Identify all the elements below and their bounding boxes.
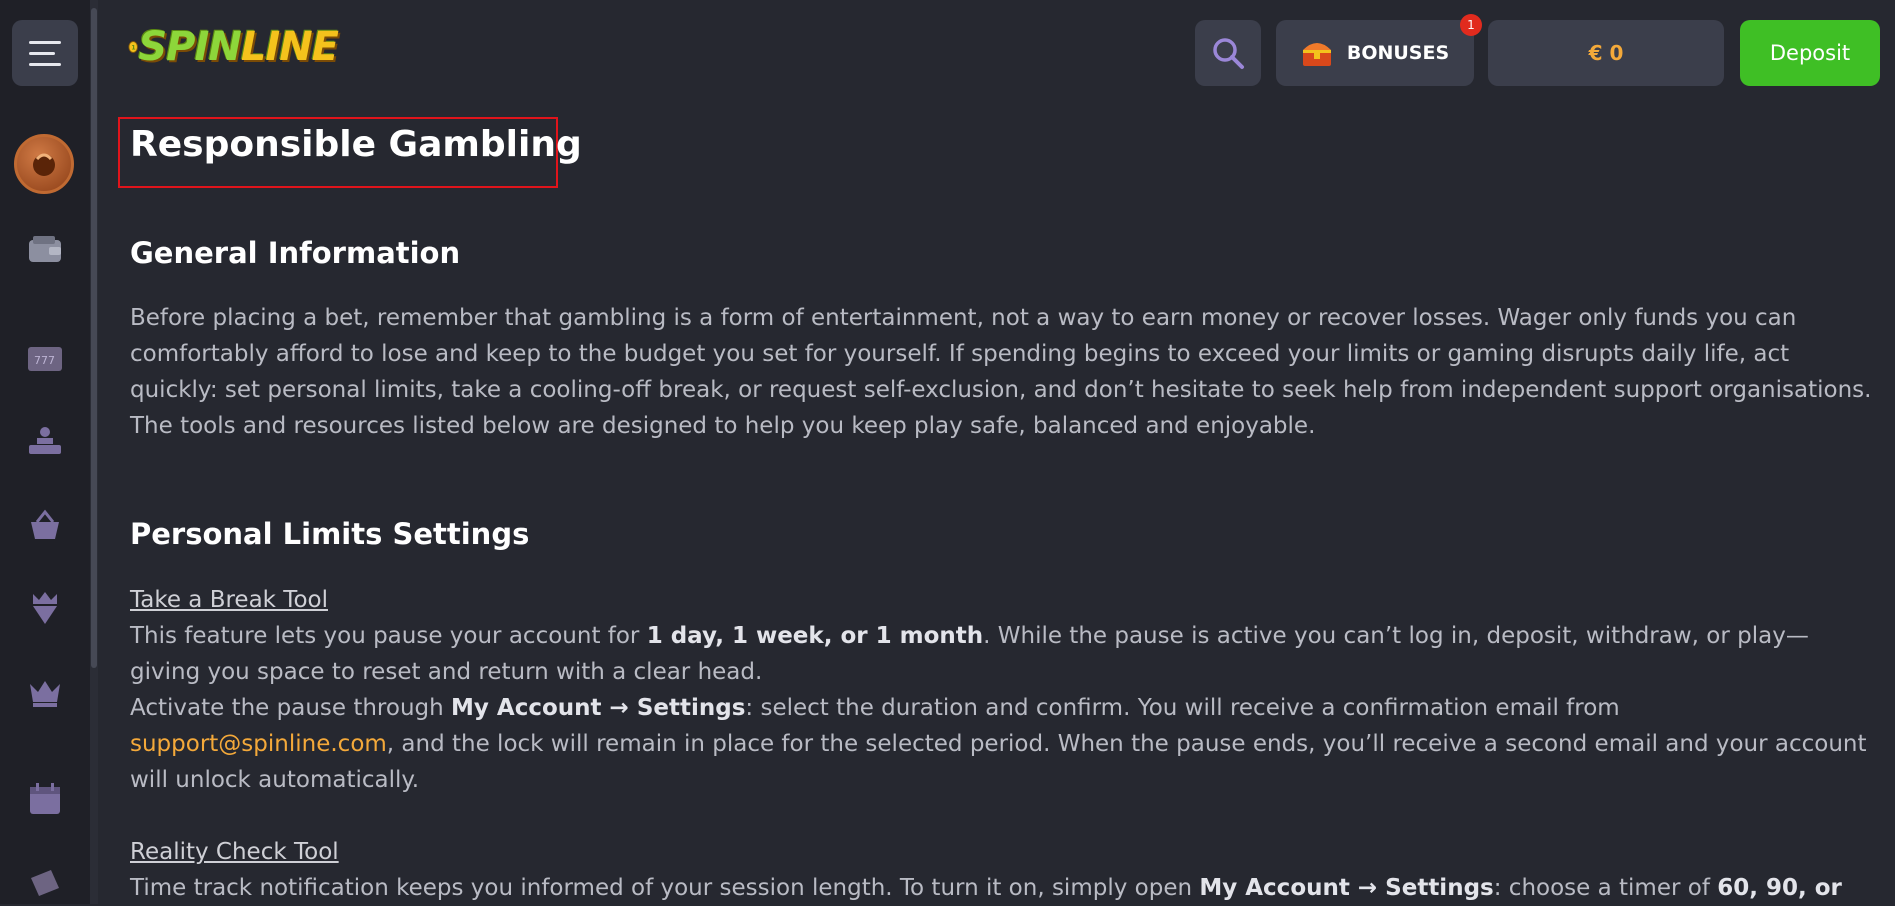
search-icon xyxy=(1213,38,1244,69)
search-button[interactable] xyxy=(1195,20,1261,86)
break-my-account: My Account xyxy=(451,695,602,721)
slot-777-icon[interactable]: 777 xyxy=(22,335,68,381)
sidebar-scrollbar[interactable] xyxy=(90,0,98,904)
sidebar: 777 xyxy=(0,0,90,904)
break-arrow: → xyxy=(601,695,637,721)
support-email-link[interactable]: support@spinline.com xyxy=(130,731,387,757)
take-a-break-section: Take a Break Tool This feature lets you … xyxy=(130,582,1875,798)
personal-limits-heading: Personal Limits Settings xyxy=(130,517,530,551)
menu-icon[interactable] xyxy=(12,20,78,86)
break-text-1a: This feature lets you pause your account… xyxy=(130,623,647,649)
page-title: Responsible Gambling xyxy=(130,124,582,165)
avatar-icon[interactable] xyxy=(14,134,74,194)
svg-text:777: 777 xyxy=(34,354,55,367)
crown-icon[interactable] xyxy=(22,670,68,716)
logo[interactable]: 1 SPINLINE xyxy=(128,14,339,80)
wallet-icon[interactable] xyxy=(22,226,68,272)
break-text-2e: : select the duration and confirm. You w… xyxy=(745,695,1620,721)
reality-check-section: Reality Check Tool Time track notificati… xyxy=(130,834,1875,906)
logo-text-line: LINE xyxy=(240,24,339,70)
general-information-text: Before placing a bet, remember that gamb… xyxy=(130,300,1875,444)
gem-crown-icon[interactable] xyxy=(22,585,68,631)
break-text-2f: , and the lock will remain in place for … xyxy=(130,731,1867,793)
live-dealer-icon[interactable] xyxy=(22,418,68,464)
deposit-button[interactable]: Deposit xyxy=(1740,20,1880,86)
balance-display[interactable]: € 0 xyxy=(1488,20,1724,86)
reality-my-account: My Account xyxy=(1199,875,1350,901)
svg-text:1: 1 xyxy=(131,44,135,51)
break-durations: 1 day, 1 week, or 1 month xyxy=(646,623,984,649)
reality-text-a: Time track notification keeps you inform… xyxy=(130,875,1200,901)
treasure-chest-icon xyxy=(1302,43,1331,66)
break-settings: Settings xyxy=(636,695,746,721)
ticket-icon[interactable] xyxy=(22,860,68,906)
bonuses-button[interactable]: BONUSES xyxy=(1276,20,1474,86)
reality-settings: Settings xyxy=(1385,875,1494,901)
reality-timer-options: 60, 90, or xyxy=(1717,875,1842,901)
logo-coin-icon: 1 xyxy=(128,41,138,53)
general-paragraph-2: The tools and resources listed below are… xyxy=(130,413,1316,439)
reality-arrow: → xyxy=(1349,875,1386,901)
bonuses-label: BONUSES xyxy=(1346,42,1450,64)
logo-text-spin: SPIN xyxy=(138,24,241,70)
reality-check-link[interactable]: Reality Check Tool xyxy=(130,839,339,865)
bonuses-badge: 1 xyxy=(1460,14,1482,36)
break-text-2a: Activate the pause through xyxy=(130,695,452,721)
take-a-break-link[interactable]: Take a Break Tool xyxy=(130,587,328,613)
general-information-heading: General Information xyxy=(130,236,461,270)
calendar-icon[interactable] xyxy=(22,776,68,822)
reality-text-e: : choose a timer of xyxy=(1493,875,1718,901)
basket-icon[interactable] xyxy=(22,502,68,548)
general-paragraph-1: Before placing a bet, remember that gamb… xyxy=(130,305,1872,403)
